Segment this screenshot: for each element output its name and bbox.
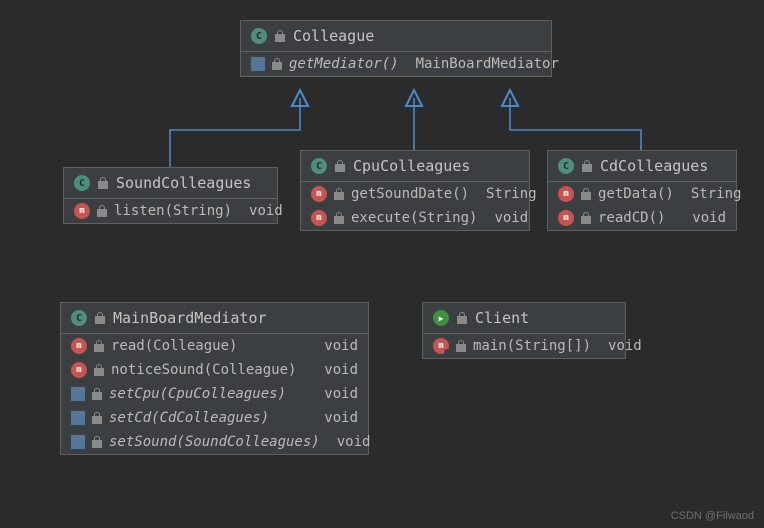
- class-title: Client: [475, 309, 529, 327]
- member-setCpu: setCpu(CpuColleagues) void: [61, 382, 368, 406]
- members: read(Colleague) void noticeSound(Colleag…: [61, 334, 368, 454]
- members: main(String[]) void: [423, 334, 625, 358]
- property-icon: [71, 387, 85, 401]
- class-icon: [71, 310, 87, 326]
- member-signature: setSound(SoundColleagues): [109, 434, 320, 450]
- member-getMediator: getMediator() MainBoardMediator: [241, 52, 551, 76]
- member-signature: getMediator(): [289, 56, 399, 72]
- lock-icon: [275, 30, 285, 42]
- member-return: void: [324, 362, 358, 378]
- class-mainboard-mediator: MainBoardMediator read(Colleague) void n…: [60, 302, 369, 455]
- lock-icon: [94, 340, 104, 352]
- member-listen: listen(String) void: [64, 199, 277, 223]
- class-title-row: Client: [423, 303, 625, 334]
- member-signature: setCpu(CpuColleagues): [109, 386, 307, 402]
- member-return: void: [249, 203, 283, 219]
- class-title-row: CpuColleagues: [301, 151, 529, 182]
- member-signature: read(Colleague): [111, 338, 307, 354]
- method-icon: [311, 186, 327, 202]
- member-signature: setCd(CdColleagues): [109, 410, 307, 426]
- lock-icon: [334, 212, 344, 224]
- lock-icon: [334, 188, 344, 200]
- member-return: MainBoardMediator: [416, 56, 559, 72]
- class-title: CpuColleagues: [353, 157, 470, 175]
- class-icon: [311, 158, 327, 174]
- class-title: Colleague: [293, 27, 374, 45]
- class-title: SoundColleagues: [116, 174, 251, 192]
- method-icon: [71, 338, 87, 354]
- member-signature: main(String[]): [473, 338, 591, 354]
- members: getMediator() MainBoardMediator: [241, 52, 551, 76]
- member-signature: getSoundDate(): [351, 186, 469, 202]
- lock-icon: [92, 388, 102, 400]
- class-title-row: MainBoardMediator: [61, 303, 368, 334]
- member-return: void: [324, 338, 358, 354]
- class-title-row: SoundColleagues: [64, 168, 277, 199]
- property-icon: [71, 435, 85, 449]
- member-getSoundDate: getSoundDate() String: [301, 182, 529, 206]
- lock-icon: [581, 212, 591, 224]
- class-sound-colleagues: SoundColleagues listen(String) void: [63, 167, 278, 224]
- method-icon: [558, 186, 574, 202]
- method-icon: [311, 210, 327, 226]
- members: listen(String) void: [64, 199, 277, 223]
- lock-icon: [335, 160, 345, 172]
- member-return: void: [608, 338, 642, 354]
- member-return: String: [691, 186, 742, 202]
- class-colleague: Colleague getMediator() MainBoardMediato…: [240, 20, 552, 77]
- members: getData() String readCD() void: [548, 182, 736, 230]
- class-icon: [74, 175, 90, 191]
- member-readCD: readCD() void: [548, 206, 736, 230]
- class-cpu-colleagues: CpuColleagues getSoundDate() String exec…: [300, 150, 530, 231]
- member-signature: getData(): [598, 186, 674, 202]
- method-icon: [558, 210, 574, 226]
- member-return: void: [337, 434, 371, 450]
- member-return: void: [324, 410, 358, 426]
- lock-icon: [97, 205, 107, 217]
- lock-icon: [456, 340, 466, 352]
- property-icon: [71, 411, 85, 425]
- class-client: Client main(String[]) void: [422, 302, 626, 359]
- member-getData: getData() String: [548, 182, 736, 206]
- lock-icon: [92, 436, 102, 448]
- lock-icon: [581, 188, 591, 200]
- member-setCd: setCd(CdColleagues) void: [61, 406, 368, 430]
- lock-icon: [95, 312, 105, 324]
- member-return: void: [692, 210, 726, 226]
- class-title: MainBoardMediator: [113, 309, 267, 327]
- lock-icon: [98, 177, 108, 189]
- member-return: void: [494, 210, 528, 226]
- runnable-icon: [433, 310, 449, 326]
- class-title: CdColleagues: [600, 157, 708, 175]
- class-cd-colleagues: CdColleagues getData() String readCD() v…: [547, 150, 737, 231]
- lock-icon: [92, 412, 102, 424]
- member-signature: execute(String): [351, 210, 477, 226]
- lock-icon: [94, 364, 104, 376]
- lock-icon: [272, 58, 282, 70]
- class-title-row: CdColleagues: [548, 151, 736, 182]
- member-signature: readCD(): [598, 210, 675, 226]
- property-icon: [251, 57, 265, 71]
- class-title-row: Colleague: [241, 21, 551, 52]
- lock-icon: [457, 312, 467, 324]
- members: getSoundDate() String execute(String) vo…: [301, 182, 529, 230]
- member-return: void: [324, 386, 358, 402]
- watermark: CSDN @Filwaod: [671, 510, 754, 522]
- member-main: main(String[]) void: [423, 334, 625, 358]
- member-setSound: setSound(SoundColleagues) void: [61, 430, 368, 454]
- member-signature: listen(String): [114, 203, 232, 219]
- lock-icon: [582, 160, 592, 172]
- method-icon: [71, 362, 87, 378]
- method-icon: [74, 203, 90, 219]
- class-icon: [558, 158, 574, 174]
- member-return: String: [486, 186, 537, 202]
- method-icon: [433, 338, 449, 354]
- member-execute: execute(String) void: [301, 206, 529, 230]
- member-read: read(Colleague) void: [61, 334, 368, 358]
- member-signature: noticeSound(Colleague): [111, 362, 307, 378]
- member-noticeSound: noticeSound(Colleague) void: [61, 358, 368, 382]
- class-icon: [251, 28, 267, 44]
